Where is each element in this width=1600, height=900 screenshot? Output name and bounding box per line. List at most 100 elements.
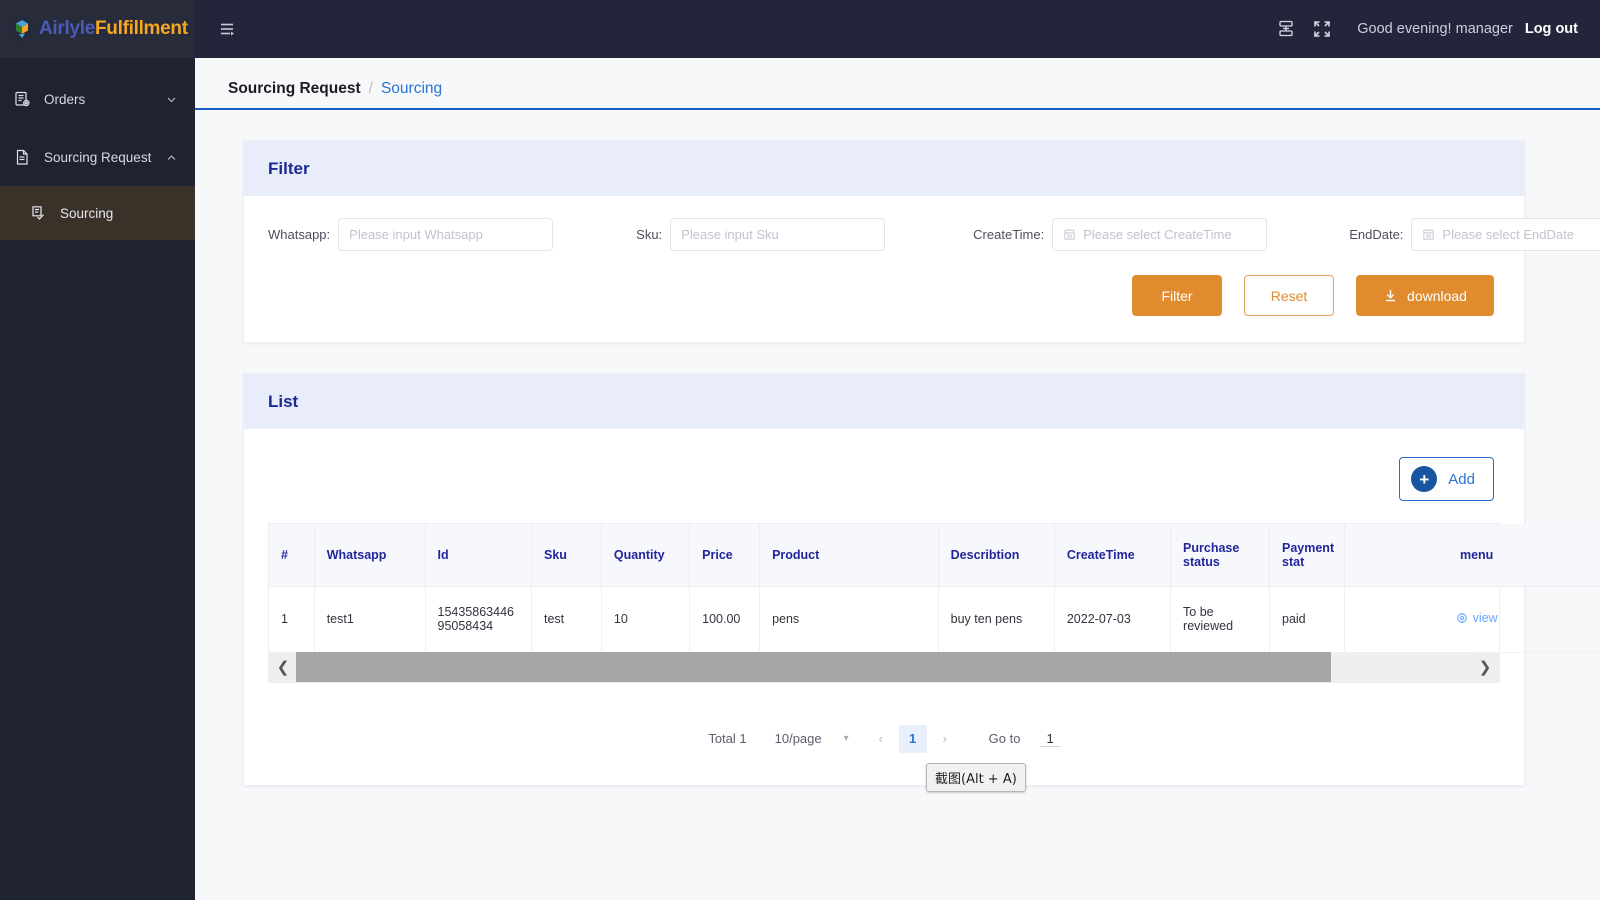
brand-logo[interactable]: AirlyleFulfillment bbox=[0, 0, 195, 58]
scroll-left-arrow-icon[interactable]: ❮ bbox=[270, 652, 296, 682]
brand-name-secondary: Fulfillment bbox=[95, 18, 188, 39]
filter-label-enddate: EndDate: bbox=[1349, 227, 1404, 242]
filter-field-sku: Sku: Please input Sku bbox=[636, 218, 886, 251]
scrollbar-track[interactable] bbox=[296, 652, 1472, 682]
col-payment-status: Payment stat bbox=[1269, 524, 1346, 587]
col-index: # bbox=[269, 524, 315, 587]
sidebar-item-orders-label: Orders bbox=[44, 91, 86, 107]
col-whatsapp: Whatsapp bbox=[314, 524, 426, 587]
sidebar-item-sourcing-request[interactable]: Sourcing Request bbox=[0, 128, 195, 186]
cell-index: 1 bbox=[269, 586, 315, 653]
calendar-icon bbox=[1063, 228, 1076, 241]
plus-icon: + bbox=[1411, 466, 1438, 492]
filter-button[interactable]: Filter bbox=[1132, 275, 1222, 316]
sidebar-item-orders[interactable]: Orders bbox=[0, 70, 195, 128]
col-sku: Sku bbox=[531, 524, 602, 587]
breadcrumb: Sourcing Request / Sourcing bbox=[195, 58, 1600, 110]
topbar: Good evening! manager Log out bbox=[195, 0, 1600, 58]
filter-card: Filter Whatsapp: Please input Whatsapp S… bbox=[243, 140, 1600, 343]
hamburger-fold-icon[interactable] bbox=[213, 15, 241, 43]
cell-quantity: 10 bbox=[601, 586, 691, 653]
brand-name: AirlyleFulfillment bbox=[39, 18, 188, 40]
sourcing-icon bbox=[30, 205, 50, 222]
col-createtime: CreateTime bbox=[1054, 524, 1172, 587]
filter-field-createtime: CreateTime: Please select CreateTime bbox=[973, 218, 1268, 251]
download-button[interactable]: download bbox=[1356, 275, 1494, 316]
cell-price: 100.00 bbox=[689, 586, 761, 653]
col-price: Price bbox=[689, 524, 761, 587]
list-card-body: + Add # Whatsapp Id Sku Quantity Price P… bbox=[244, 429, 1600, 785]
view-action-link[interactable]: view bbox=[1456, 611, 1498, 625]
reset-button[interactable]: Reset bbox=[1244, 275, 1334, 316]
sku-input-placeholder: Please input Sku bbox=[681, 227, 779, 242]
filter-card-title: Filter bbox=[244, 141, 1524, 196]
filter-field-whatsapp: Whatsapp: Please input Whatsapp bbox=[268, 218, 554, 251]
orders-icon bbox=[14, 91, 34, 108]
pagination-goto-label: Go to bbox=[988, 731, 1021, 746]
sidebar: AirlyleFulfillment Orders Sourcing Reque… bbox=[0, 0, 195, 900]
view-icon bbox=[1456, 612, 1468, 624]
col-quantity: Quantity bbox=[601, 524, 691, 587]
cell-purchase-status: To be reviewed bbox=[1170, 586, 1270, 653]
filter-field-enddate: EndDate: Please select EndDate bbox=[1349, 218, 1600, 251]
whatsapp-input[interactable]: Please input Whatsapp bbox=[338, 218, 554, 251]
cell-describtion: buy ten pens bbox=[938, 586, 1055, 653]
screenshot-tooltip: 截图(Alt + A) bbox=[926, 763, 1026, 792]
list-card-title: List bbox=[244, 374, 1524, 429]
logout-button[interactable]: Log out bbox=[1525, 21, 1578, 37]
enddate-input[interactable]: Please select EndDate bbox=[1411, 218, 1600, 251]
filter-label-whatsapp: Whatsapp: bbox=[268, 227, 331, 242]
sidebar-item-sourcing-label: Sourcing bbox=[60, 205, 114, 221]
page-size-select[interactable]: 10/page ▾ bbox=[775, 731, 849, 746]
table-header-row: # Whatsapp Id Sku Quantity Price Product… bbox=[269, 524, 1600, 587]
document-icon bbox=[14, 149, 34, 166]
calendar-icon bbox=[1422, 228, 1435, 241]
sourcing-table-body: 1 test1 1543586344695058434 test 10 100.… bbox=[269, 586, 1600, 653]
list-card: List + Add # Whatsapp Id Sku Quantity Pr… bbox=[243, 373, 1600, 786]
sourcing-table-head: # Whatsapp Id Sku Quantity Price Product… bbox=[269, 524, 1600, 587]
scrollbar-thumb[interactable] bbox=[296, 652, 1331, 682]
scroll-right-arrow-icon[interactable]: ❯ bbox=[1472, 652, 1498, 682]
pagination-prev-button[interactable]: ‹ bbox=[867, 725, 895, 753]
content-area: Sourcing Request / Sourcing Filter Whats… bbox=[195, 58, 1600, 900]
download-icon bbox=[1383, 288, 1398, 303]
filter-card-body: Whatsapp: Please input Whatsapp Sku: Ple… bbox=[244, 196, 1600, 342]
download-button-label: download bbox=[1407, 287, 1467, 304]
filter-label-createtime: CreateTime: bbox=[973, 227, 1045, 242]
page-size-value: 10/page bbox=[774, 731, 822, 746]
sourcing-table-wrapper: # Whatsapp Id Sku Quantity Price Product… bbox=[268, 523, 1600, 683]
pagination-next-button[interactable]: › bbox=[931, 725, 959, 753]
createtime-input[interactable]: Please select CreateTime bbox=[1052, 218, 1268, 251]
breadcrumb-separator: / bbox=[368, 80, 373, 97]
pagination-total: Total 1 bbox=[708, 731, 747, 746]
filter-label-sku: Sku: bbox=[636, 227, 663, 242]
cell-createtime: 2022-07-03 bbox=[1054, 586, 1172, 653]
fullscreen-icon[interactable] bbox=[1307, 14, 1337, 44]
col-menu: menu bbox=[1344, 524, 1600, 587]
breadcrumb-current[interactable]: Sourcing bbox=[381, 80, 442, 98]
col-describtion: Describtion bbox=[938, 524, 1055, 587]
pagination-goto-input[interactable]: 1 bbox=[1040, 731, 1060, 747]
cell-menu: view bbox=[1344, 586, 1600, 653]
enddate-input-placeholder: Please select EndDate bbox=[1442, 227, 1574, 242]
cell-payment-status: paid bbox=[1269, 586, 1346, 653]
main-column: Good evening! manager Log out Sourcing R… bbox=[195, 0, 1600, 900]
sku-input[interactable]: Please input Sku bbox=[670, 218, 886, 251]
table-row: 1 test1 1543586344695058434 test 10 100.… bbox=[269, 586, 1600, 653]
sidebar-item-sourcing-request-label: Sourcing Request bbox=[44, 149, 152, 165]
logo-hexagon-cube-icon bbox=[8, 14, 36, 44]
breadcrumb-root: Sourcing Request bbox=[228, 80, 361, 97]
brand-name-primary: Airlyle bbox=[39, 18, 95, 39]
table-horizontal-scrollbar[interactable]: ❮ ❯ bbox=[269, 652, 1499, 683]
cell-product: pens bbox=[759, 586, 939, 653]
sidebar-item-sourcing[interactable]: Sourcing bbox=[0, 186, 195, 240]
pagination-page-1[interactable]: 1 bbox=[898, 724, 927, 753]
sitemap-icon[interactable] bbox=[1271, 14, 1301, 44]
add-button[interactable]: + Add bbox=[1399, 457, 1494, 501]
filter-actions: Filter Reset download bbox=[268, 275, 1500, 316]
cell-whatsapp: test1 bbox=[314, 586, 426, 653]
createtime-input-placeholder: Please select CreateTime bbox=[1083, 227, 1232, 242]
whatsapp-input-placeholder: Please input Whatsapp bbox=[349, 227, 483, 242]
cell-id: 1543586344695058434 bbox=[425, 586, 532, 653]
sidebar-nav: Orders Sourcing Request Sourcing bbox=[0, 58, 195, 240]
